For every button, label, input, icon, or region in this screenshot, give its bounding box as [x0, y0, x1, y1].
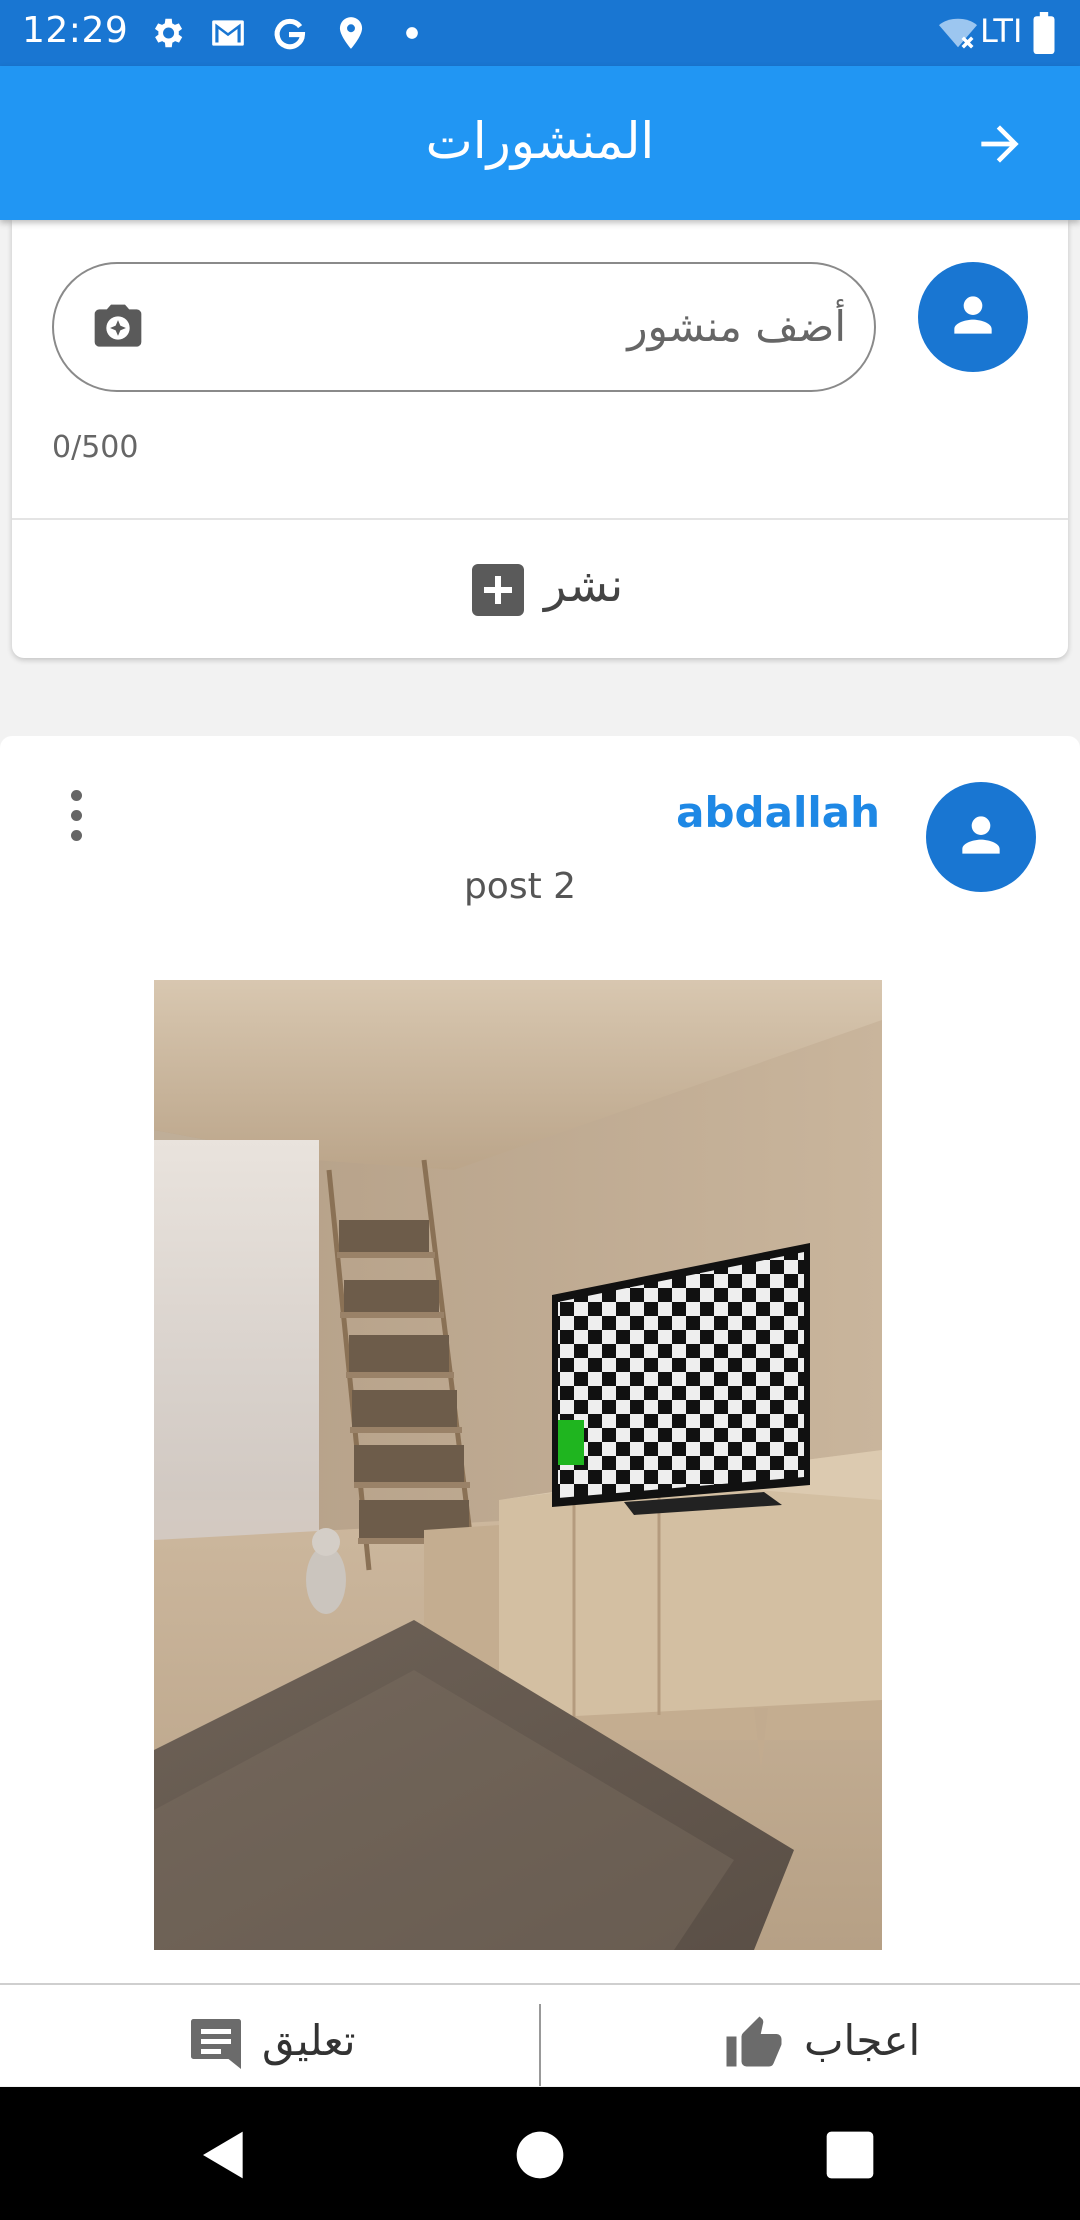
back-triangle-icon[interactable]	[196, 2127, 252, 2183]
status-bar: 12:29 LTI	[0, 0, 1080, 66]
post-composer: أضف منشور 0/500 نشر	[12, 220, 1068, 658]
arrow-forward-icon[interactable]	[972, 116, 1028, 172]
post-card: abdallah post 2 تعليق اعجاب	[0, 736, 1080, 2086]
post-author[interactable]: abdallah	[676, 788, 880, 837]
app-bar: المنشورات	[0, 66, 1080, 220]
avatar	[918, 262, 1028, 372]
post-image[interactable]	[154, 980, 882, 1950]
dot-icon	[406, 27, 418, 39]
add-photo-icon[interactable]	[90, 300, 146, 356]
comment-icon	[191, 2019, 241, 2069]
gmail-icon	[212, 20, 244, 46]
location-icon	[339, 17, 363, 49]
post-input-placeholder: أضف منشور	[627, 302, 846, 351]
more-vert-icon[interactable]	[66, 790, 86, 842]
room-illustration	[154, 980, 882, 1950]
gear-icon	[154, 18, 183, 48]
network-label: LTI	[980, 12, 1023, 50]
wifi-off-icon	[939, 18, 977, 49]
system-nav-bar	[0, 2087, 1080, 2220]
post-input[interactable]: أضف منشور	[52, 262, 876, 392]
google-icon	[274, 18, 306, 50]
page-title: المنشورات	[425, 112, 655, 170]
thumb-up-icon	[726, 2016, 782, 2067]
publish-button[interactable]: نشر	[12, 520, 1068, 658]
publish-label: نشر	[544, 558, 624, 612]
like-button[interactable]: اعجاب	[716, 2006, 920, 2086]
comment-label: تعليق	[262, 2016, 356, 2065]
comment-button[interactable]: تعليق	[170, 2006, 370, 2086]
action-separator	[539, 2004, 541, 2086]
person-icon	[962, 816, 1000, 854]
character-counter: 0/500	[52, 430, 139, 465]
home-circle-icon[interactable]	[512, 2127, 568, 2183]
action-divider	[0, 1983, 1080, 1985]
recents-square-icon[interactable]	[822, 2127, 878, 2183]
status-time: 12:29	[22, 10, 129, 51]
person-icon	[954, 296, 992, 334]
battery-icon	[1033, 12, 1055, 54]
post-text: post 2	[463, 866, 577, 907]
like-label: اعجاب	[804, 2016, 921, 2065]
add-box-icon	[472, 564, 524, 616]
